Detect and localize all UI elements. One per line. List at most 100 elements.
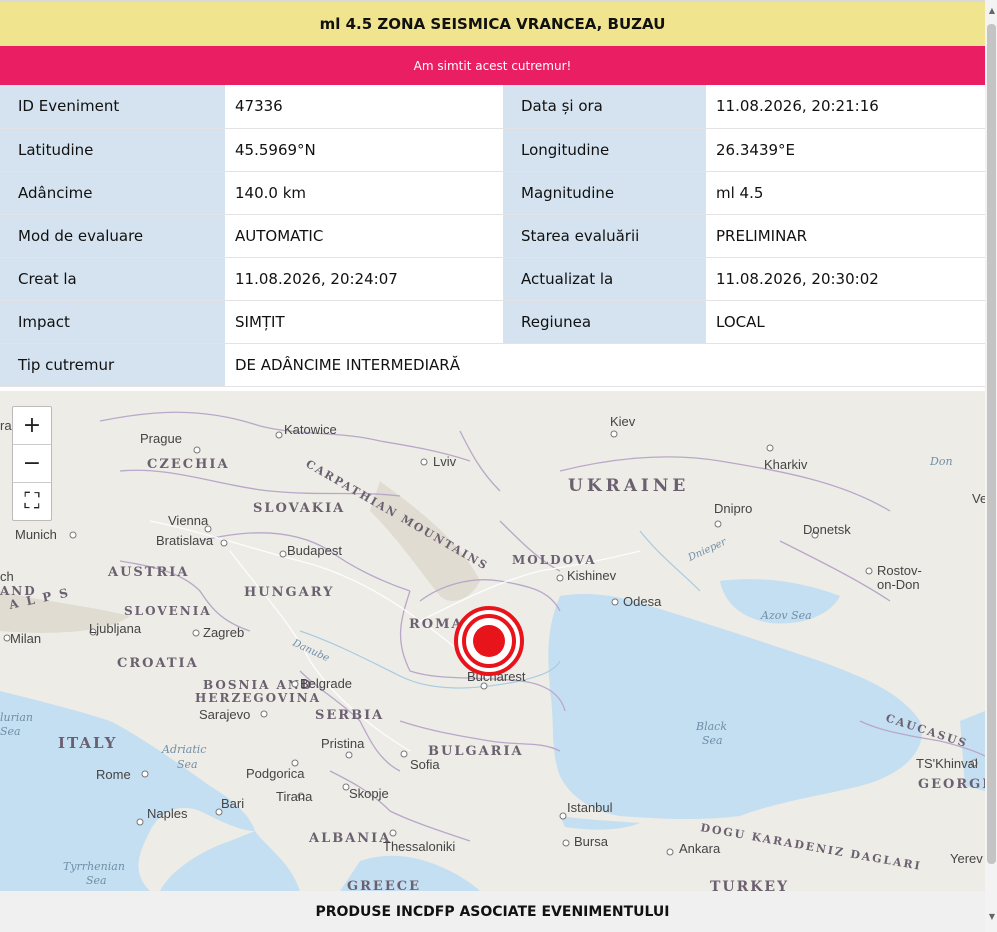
table-row: Adâncime 140.0 km Magnitudine ml 4.5 [0,171,985,215]
label-lurian-2: Sea [0,725,21,738]
magnitude-label: Magnitudine [503,171,706,215]
label-slovakia: SLOVAKIA [253,501,345,516]
impact-label: Impact [0,300,225,344]
label-bratislava: Bratislava [156,533,214,548]
label-milan: Milan [10,631,41,646]
products-footer[interactable]: PRODUSE INCDFP ASOCIATE EVENIMENTULUI [0,891,985,932]
label-pristina: Pristina [321,736,365,751]
label-zagreb: Zagreb [203,625,244,640]
depth-value: 140.0 km [225,171,503,215]
label-serbia: SERBIA [315,708,384,723]
city-dot [556,574,564,582]
city-dot [69,531,77,539]
created-label: Creat la [0,257,225,301]
epicenter-marker[interactable] [454,606,524,676]
label-dnipro: Dnipro [714,501,752,516]
label-hungary: HUNGARY [244,585,334,600]
label-istanbul: Istanbul [567,800,613,815]
label-adriatic: Adriatic [161,743,206,756]
updated-label: Actualizat la [503,257,706,301]
label-don: Don [929,455,953,468]
label-odesa: Odesa [623,594,662,609]
updated-value: 11.08.2026, 20:30:02 [706,257,985,301]
eval-state-value: PRELIMINAR [706,214,985,258]
region-label: Regiunea [503,300,706,344]
label-thessaloniki: Thessaloniki [383,839,455,854]
label-black-2: Sea [702,734,723,747]
created-value: 11.08.2026, 20:24:07 [225,257,503,301]
scrollbar-thumb[interactable] [987,24,996,864]
depth-label: Adâncime [0,171,225,215]
label-azov: Azov Sea [760,609,812,622]
label-georgia: GEORGI [918,777,985,792]
impact-value: SIMȚIT [225,300,503,344]
label-lviv: Lviv [433,454,457,469]
label-slovenia: SLOVENIA [124,604,212,618]
label-budapest: Budapest [287,543,342,558]
fullscreen-icon[interactable]: ⛶ [13,483,51,520]
table-row: Tip cutremur DE ADÂNCIME INTERMEDIARĂ [0,343,985,387]
city-dot [666,848,674,856]
label-albania: ALBANIA [308,831,391,846]
scroll-down-icon[interactable]: ▼ [987,912,997,924]
label-and: AND [0,584,37,598]
id-label: ID Eveniment [0,85,225,129]
city-dot [389,829,397,837]
label-italy: ITALY [58,734,117,752]
label-kiev: Kiev [610,414,636,429]
event-details-table: ID Eveniment 47336 Data și ora 11.08.202… [0,85,985,387]
felt-it-button[interactable]: Am simtit acest cutremur! [0,46,985,85]
city-dot [291,680,299,688]
table-row: Latitudine 45.5969°N Longitudine 26.3439… [0,128,985,172]
city-dot [865,567,873,575]
label-sarajevo: Sarajevo [199,707,250,722]
id-value: 47336 [225,85,503,129]
city-dot [279,550,287,558]
city-dot [611,598,619,606]
label-austria: AUSTRIA [107,565,189,580]
label-ankara: Ankara [679,841,721,856]
label-herzegovina: HERZEGOVINA [195,691,321,705]
city-dot [559,812,567,820]
label-katowice: Katowice [284,422,337,437]
label-turkey: TURKEY [710,879,789,891]
table-row: Mod de evaluare AUTOMATIC Starea evaluăr… [0,214,985,258]
map-controls: + − ⛶ [12,406,52,521]
city-dot [141,770,149,778]
latitude-label: Latitudine [0,128,225,172]
label-bari: Bari [221,796,244,811]
city-dot [714,520,722,528]
zoom-out-button[interactable]: − [13,445,51,483]
label-tyrrhenian: Tyrrhenian [63,860,125,873]
label-ukraine: UKRAINE [568,476,689,496]
city-dot [610,430,618,438]
label-ch: ch [0,569,14,584]
label-vienna: Vienna [168,513,209,528]
longitude-value: 26.3439°E [706,128,985,172]
magnitude-value: ml 4.5 [706,171,985,215]
label-tirana: Tirana [276,789,313,804]
label-kishinev: Kishinev [567,568,617,583]
latitude-value: 45.5969°N [225,128,503,172]
table-row: ID Eveniment 47336 Data și ora 11.08.202… [0,85,985,129]
label-munich: Munich [15,527,57,542]
epicenter-map[interactable]: CZECHIA SLOVAKIA AUSTRIA HUNGARY SLOVENI… [0,391,985,891]
scroll-up-icon[interactable]: ▲ [987,6,997,18]
table-row: Impact SIMȚIT Regiunea LOCAL [0,300,985,344]
city-dot [345,751,353,759]
label-ve: Ve [972,491,985,506]
label-black: Black [695,720,727,733]
city-dot [420,458,428,466]
city-dot [193,446,201,454]
label-podgorica: Podgorica [246,766,305,781]
label-adriatic-2: Sea [177,758,198,771]
label-croatia: CROATIA [117,656,199,671]
type-value: DE ADÂNCIME INTERMEDIARĂ [225,343,985,387]
city-dot [766,444,774,452]
label-belgrade: Belgrade [300,676,352,691]
zoom-in-button[interactable]: + [13,407,51,445]
label-greece: GREECE [347,879,421,891]
label-naples: Naples [147,806,188,821]
city-dot [192,629,200,637]
label-skopje: Skopje [349,786,389,801]
